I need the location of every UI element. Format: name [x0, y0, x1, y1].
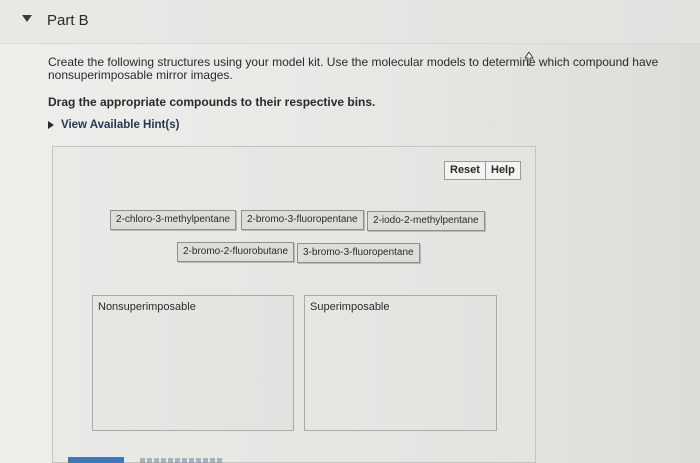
bin-superimposable[interactable]: Superimposable [304, 295, 497, 431]
compound-chip[interactable]: 2-chloro-3-methylpentane [110, 210, 236, 230]
submit-button[interactable] [68, 457, 124, 463]
part-header[interactable]: Part B [0, 0, 700, 44]
drag-instruction: Drag the appropriate compounds to their … [48, 95, 376, 109]
instructions-text: Create the following structures using yo… [48, 55, 659, 82]
help-button[interactable]: Help [485, 161, 521, 180]
compound-chip[interactable]: 2-iodo-2-methylpentane [367, 211, 485, 231]
view-hints-link[interactable]: View Available Hint(s) [48, 119, 179, 131]
part-title: Part B [47, 12, 89, 29]
compound-chip[interactable]: 2-bromo-3-fluoropentane [241, 210, 364, 230]
reset-button[interactable]: Reset [444, 161, 486, 180]
pointer-cursor-icon [524, 52, 534, 66]
compound-chip[interactable]: 2-bromo-2-fluorobutane [177, 242, 295, 262]
page: Part B Create the following structures u… [0, 0, 700, 463]
view-hints-label: View Available Hint(s) [61, 119, 180, 131]
bin-label: Nonsuperimposable [98, 301, 196, 313]
collapse-triangle-icon[interactable] [22, 15, 32, 22]
compound-chip[interactable]: 3-bromo-3-fluoropentane [297, 243, 420, 263]
bin-label: Superimposable [310, 301, 390, 313]
request-answer-link[interactable] [140, 458, 222, 463]
play-icon [48, 121, 54, 129]
bin-nonsuperimposable[interactable]: Nonsuperimposable [92, 295, 294, 431]
